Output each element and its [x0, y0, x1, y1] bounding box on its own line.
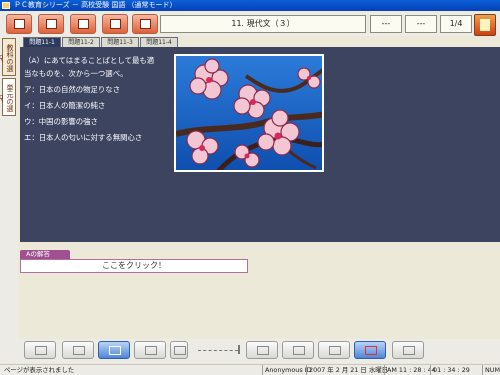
status-date: 2007 年 2 月 21 日 水曜日 [306, 365, 388, 375]
question-panel: （A）にあてはまることばとして最も適 当なものを、次から一つ選べ。 ア：日本の自… [20, 47, 500, 242]
menu-button[interactable] [6, 14, 32, 34]
monitor-button[interactable] [62, 341, 94, 359]
notebook-icon [78, 19, 89, 29]
signpost-icon [403, 346, 415, 355]
exit-icon [480, 19, 490, 31]
book-icon [35, 346, 47, 355]
num-lock-indicator: NUM [482, 365, 500, 375]
user-id: Anonymous ID [262, 365, 312, 375]
edit-button[interactable] [102, 14, 128, 34]
answer-reveal-box[interactable]: ここをクリック！ [20, 259, 248, 273]
book-button[interactable] [24, 341, 56, 359]
mark-button[interactable] [354, 341, 386, 359]
eraser-icon [145, 346, 157, 355]
question-line: 当なものを、次から一つ選べ。 [24, 69, 128, 78]
mark-icon [365, 346, 377, 355]
status-time: AM 11 : 28 : 44 [384, 365, 436, 375]
status-message: ページが表示されました [4, 366, 75, 374]
tab-question-4[interactable]: 問題11-4 [140, 37, 178, 47]
pen-size-slider[interactable] [198, 350, 238, 351]
nav-box-2[interactable]: --- [405, 15, 437, 33]
menu-icon [14, 19, 25, 29]
status-bar: ページが表示されました Anonymous ID 2007 年 2 月 21 日… [0, 364, 500, 375]
window-titlebar: ＰＣ教育シリーズ － 高校受験 国語 （通常モード） [0, 0, 500, 11]
scissors-button[interactable] [282, 341, 314, 359]
choice-e: エ：日本人の匂いに対する無関心さ [24, 133, 143, 142]
answer-label: Aの解答 [20, 250, 70, 259]
top-toolbar: 11. 現代文（３） --- --- 1/4 [0, 11, 500, 36]
house-button[interactable] [318, 341, 350, 359]
unit-title: 11. 現代文（３） [160, 15, 366, 33]
tab-question-2[interactable]: 問題11-2 [62, 37, 100, 47]
tab-unit-select[interactable]: 単元の選択 [0, 78, 16, 116]
tab-question-1[interactable]: 問題11-1 [23, 37, 61, 47]
tab-question-3[interactable]: 問題11-3 [101, 37, 139, 47]
pen-button[interactable] [98, 341, 130, 359]
scissors-icon [293, 346, 305, 355]
bottom-toolbar [0, 339, 500, 363]
exit-button[interactable] [474, 14, 496, 36]
print-button[interactable] [38, 14, 64, 34]
highlighter-icon [257, 346, 269, 355]
signpost-button[interactable] [392, 341, 424, 359]
highlighter-button[interactable] [246, 341, 278, 359]
app-icon [2, 2, 10, 9]
nav-box-1[interactable]: --- [370, 15, 402, 33]
list-icon [140, 19, 151, 29]
print-icon [46, 19, 57, 29]
house-icon [329, 346, 341, 355]
elapsed-time: 01 : 34 : 29 [430, 365, 470, 375]
grid-button[interactable] [170, 341, 188, 359]
window-title: ＰＣ教育シリーズ － 高校受験 国語 （通常モード） [14, 1, 177, 9]
choice-u: ウ：中国の影響の強さ [24, 117, 98, 126]
choice-i: イ：日本人の簡潔の純さ [24, 101, 106, 110]
pen-icon [109, 346, 121, 355]
question-tabs: 問題11-1 問題11-2 問題11-3 問題11-4 [20, 36, 500, 47]
grid-icon [174, 346, 186, 355]
slider-knob[interactable] [238, 345, 240, 354]
left-tabs: 教科の選択 単元の選択 [0, 36, 18, 356]
choice-a: ア：日本の自然の物足りなさ [24, 85, 121, 94]
eraser-button[interactable] [134, 341, 166, 359]
monitor-icon [73, 346, 85, 355]
cherry-blossom-image [174, 54, 324, 172]
pencil-icon [110, 19, 121, 29]
question-line: （A）にあてはまることばとして最も適 [24, 56, 155, 65]
list-button[interactable] [132, 14, 158, 34]
page-indicator: 1/4 [440, 15, 472, 33]
notebook-button[interactable] [70, 14, 96, 34]
cherry-blossom-illustration [176, 58, 322, 170]
tab-subject-select[interactable]: 教科の選択 [0, 38, 16, 76]
